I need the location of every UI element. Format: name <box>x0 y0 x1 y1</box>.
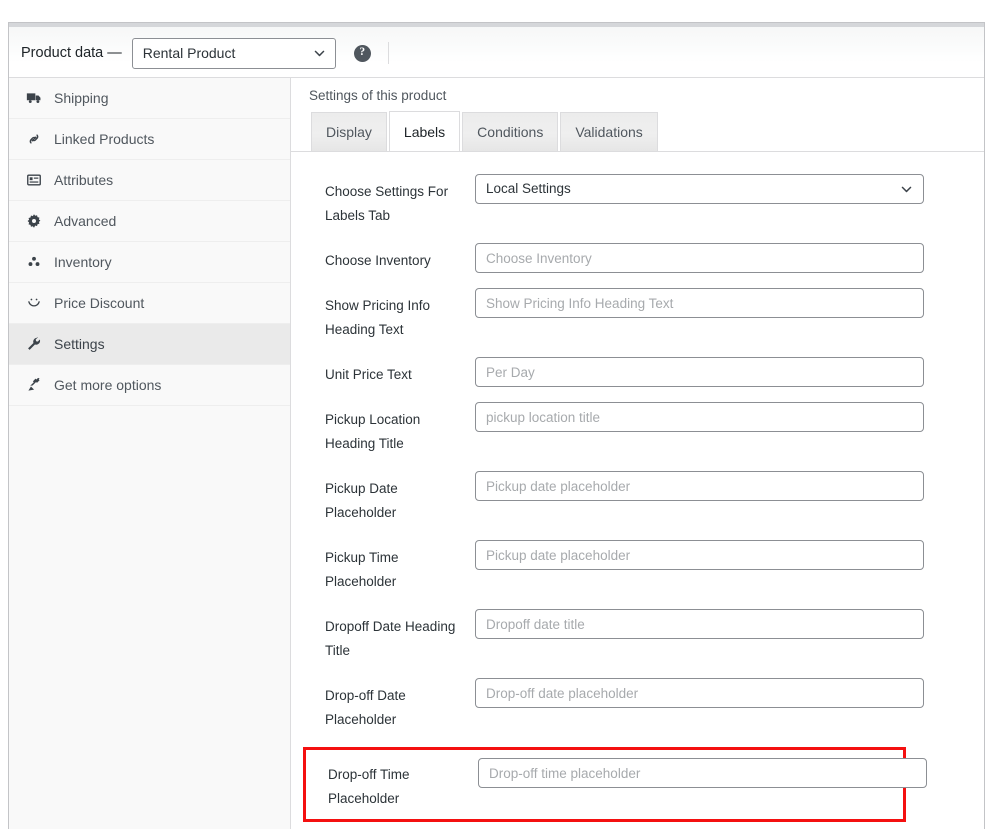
drop-off-time-placeholder-input[interactable] <box>478 758 927 788</box>
choose-inventory-input[interactable] <box>475 243 924 273</box>
tab-validations[interactable]: Validations <box>560 112 658 151</box>
tab-labels[interactable]: Labels <box>388 111 461 151</box>
field-row-drop-off-date-placeholder: Drop-off Date Placeholder <box>291 678 984 732</box>
field-row-show-pricing-info-heading-text: Show Pricing Info Heading Text <box>291 288 984 342</box>
pickup-location-heading-title-input[interactable] <box>475 402 924 432</box>
field-label-pickup-location-heading-title: Pickup Location Heading Title <box>325 412 421 451</box>
field-label-drop-off-time-placeholder: Drop-off Time Placeholder <box>328 767 410 806</box>
page-title: Product data — <box>21 45 122 61</box>
field-row-drop-off-time-placeholder: Drop-off Time Placeholder <box>303 747 927 822</box>
smiley-icon <box>25 295 43 311</box>
choose-settings-for-labels-tab-select[interactable]: Local Settings <box>475 174 924 204</box>
field-row-dropoff-date-heading-title: Dropoff Date Heading Title <box>291 609 984 663</box>
sidebar-item-label: Linked Products <box>54 131 155 147</box>
inventory-icon <box>25 254 43 270</box>
product-data-body: Shipping Linked Products Attributes Adva… <box>9 78 984 829</box>
show-pricing-info-heading-text-input[interactable] <box>475 288 924 318</box>
settings-tablist: Display Labels Conditions Validations <box>291 111 984 152</box>
screen-root: Product data — Rental Product ? Shipping… <box>0 0 991 829</box>
gear-icon <box>25 213 43 229</box>
header-divider <box>387 42 389 64</box>
tab-conditions[interactable]: Conditions <box>462 112 559 151</box>
sidebar-item-label: Inventory <box>54 254 112 270</box>
field-label-show-pricing-info-heading-text: Show Pricing Info Heading Text <box>325 298 431 337</box>
sidebar-item-shipping[interactable]: Shipping <box>9 78 290 119</box>
product-data-metabox: Product data — Rental Product ? Shipping… <box>8 22 985 829</box>
dropoff-date-heading-title-input[interactable] <box>475 609 924 639</box>
field-control-drop-off-time-placeholder <box>478 758 927 788</box>
help-icon[interactable]: ? <box>353 44 371 62</box>
pickup-time-placeholder-input[interactable] <box>475 540 924 570</box>
list-view-icon <box>25 172 43 188</box>
product-type-select[interactable]: Rental Product <box>131 37 336 69</box>
truck-icon <box>25 90 43 106</box>
field-label-choose-settings-for-labels-tab: Choose Settings For Labels Tab <box>325 184 449 223</box>
field-control-pickup-time-placeholder <box>475 540 924 570</box>
sidebar-item-label: Attributes <box>54 172 114 188</box>
unit-price-text-input[interactable] <box>475 357 924 387</box>
field-row-choose-settings-for-labels-tab: Choose Settings For Labels Tab Local Sett… <box>291 174 984 228</box>
drop-off-date-placeholder-input[interactable] <box>475 678 924 708</box>
product-data-sidebar: Shipping Linked Products Attributes Adva… <box>9 78 291 829</box>
field-control-show-pricing-info-heading-text <box>475 288 924 318</box>
sidebar-item-inventory[interactable]: Inventory <box>9 242 290 283</box>
field-control-dropoff-date-heading-title <box>475 609 924 639</box>
sidebar-item-settings[interactable]: Settings <box>9 324 290 365</box>
field-row-pickup-time-placeholder: Pickup Time Placeholder <box>291 540 984 594</box>
field-control-unit-price-text <box>475 357 924 387</box>
sidebar-item-get-more-options[interactable]: Get more options <box>9 365 290 406</box>
field-control-drop-off-date-placeholder <box>475 678 924 708</box>
sidebar-item-label: Advanced <box>54 213 117 229</box>
sidebar-item-price-discount[interactable]: Price Discount <box>9 283 290 324</box>
header-top-strip <box>9 23 984 27</box>
field-row-choose-inventory: Choose Inventory <box>291 243 984 273</box>
field-control-pickup-location-heading-title <box>475 402 924 432</box>
labels-settings-form: Choose Settings For Labels Tab Local Sett… <box>291 152 984 829</box>
content-title: Settings of this product <box>309 88 447 103</box>
field-control-pickup-date-placeholder <box>475 471 924 501</box>
field-label-pickup-time-placeholder: Pickup Time Placeholder <box>325 550 399 589</box>
field-label-dropoff-date-heading-title: Dropoff Date Heading Title <box>325 619 456 658</box>
sidebar-item-label: Price Discount <box>54 295 145 311</box>
settings-content-panel: Settings of this product Display Labels Co… <box>291 78 984 829</box>
field-row-pickup-location-heading-title: Pickup Location Heading Title <box>291 402 984 456</box>
wrench-icon <box>25 336 43 352</box>
sidebar-item-linked-products[interactable]: Linked Products <box>9 119 290 160</box>
field-row-unit-price-text: Unit Price Text <box>291 357 984 387</box>
pickup-date-placeholder-input[interactable] <box>475 471 924 501</box>
plugin-icon <box>25 377 43 393</box>
field-label-unit-price-text: Unit Price Text <box>325 367 412 382</box>
field-label-choose-inventory: Choose Inventory <box>325 253 431 268</box>
sidebar-item-label: Shipping <box>54 90 109 106</box>
sidebar-item-attributes[interactable]: Attributes <box>9 160 290 201</box>
sidebar-item-label: Get more options <box>54 377 162 393</box>
product-type-select-wrap: Rental Product <box>131 37 336 69</box>
product-data-header: Product data — Rental Product ? <box>9 23 984 78</box>
tab-display[interactable]: Display <box>311 112 387 151</box>
field-row-pickup-date-placeholder: Pickup Date Placeholder <box>291 471 984 525</box>
field-label-drop-off-date-placeholder: Drop-off Date Placeholder <box>325 688 406 727</box>
link-icon <box>25 131 43 147</box>
field-control-choose-inventory <box>475 243 924 273</box>
field-label-pickup-date-placeholder: Pickup Date Placeholder <box>325 481 398 520</box>
sidebar-item-label: Settings <box>54 336 105 352</box>
sidebar-item-advanced[interactable]: Advanced <box>9 201 290 242</box>
field-control-choose-settings-for-labels-tab: Local Settings <box>475 174 924 204</box>
